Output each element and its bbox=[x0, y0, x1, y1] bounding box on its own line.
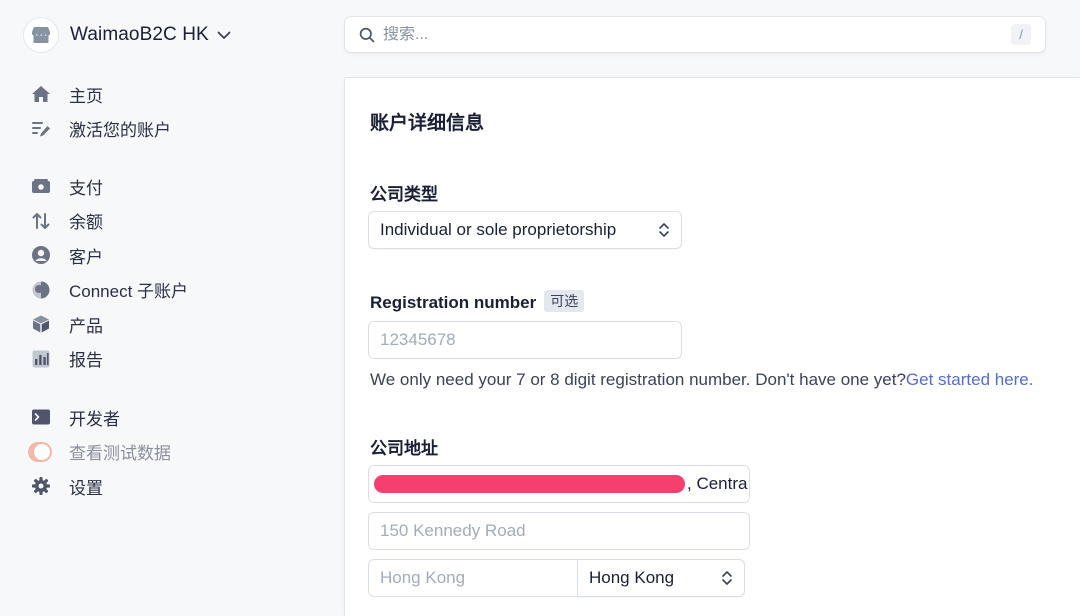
region-select[interactable]: Hong Kong bbox=[578, 560, 744, 596]
search-icon bbox=[359, 27, 375, 43]
customer-icon bbox=[30, 244, 52, 266]
sidebar-item-label: 主页 bbox=[69, 86, 103, 106]
sidebar-item-label: Connect 子账户 bbox=[69, 282, 189, 302]
sidebar-item-label: 激活您的账户 bbox=[69, 121, 171, 141]
terminal-icon bbox=[30, 406, 52, 428]
redaction-mark bbox=[374, 475, 685, 493]
checklist-edit-icon bbox=[30, 118, 52, 140]
registration-help-message: We only need your 7 or 8 digit registrat… bbox=[370, 370, 906, 389]
sidebar: WaimaoB2C HK 主页 激活您的账户 支付 余额 客户 Connect … bbox=[0, 0, 330, 616]
company-type-label: 公司类型 bbox=[370, 185, 438, 204]
reports-icon bbox=[30, 348, 52, 370]
sidebar-item-label: 设置 bbox=[69, 478, 103, 498]
sidebar-item-label: 支付 bbox=[69, 178, 103, 198]
sidebar-item-label: 报告 bbox=[69, 351, 103, 371]
updown-chevron-icon bbox=[658, 222, 670, 243]
nav-group-business: 支付 余额 客户 Connect 子账户 产品 报告 bbox=[30, 169, 188, 376]
sidebar-item-reports[interactable]: 报告 bbox=[30, 342, 188, 377]
registration-help-text: We only need your 7 or 8 digit registrat… bbox=[370, 370, 1034, 390]
toggle-switch[interactable] bbox=[28, 441, 52, 462]
sidebar-item-label: 查看测试数据 bbox=[69, 444, 171, 464]
account-name: WaimaoB2C HK bbox=[70, 24, 209, 45]
search-bar[interactable]: / bbox=[345, 17, 1045, 52]
gear-icon bbox=[30, 475, 52, 497]
get-started-link[interactable]: Get started here. bbox=[906, 370, 1034, 389]
account-details-panel: 账户详细信息 公司类型 Individual or sole proprieto… bbox=[345, 78, 1080, 616]
payments-icon bbox=[30, 175, 52, 197]
city-input[interactable] bbox=[369, 560, 579, 596]
registration-number-label-text: Registration number bbox=[370, 293, 537, 312]
sidebar-item-label: 开发者 bbox=[69, 409, 120, 429]
sidebar-item-customers[interactable]: 客户 bbox=[30, 238, 188, 273]
connect-icon bbox=[30, 279, 52, 301]
updown-chevron-icon bbox=[721, 570, 733, 591]
company-type-select[interactable]: Individual or sole proprietorship bbox=[369, 212, 681, 248]
home-icon bbox=[30, 83, 52, 105]
search-input[interactable] bbox=[383, 25, 983, 44]
sidebar-item-balances[interactable]: 余额 bbox=[30, 204, 188, 239]
product-box-icon bbox=[30, 313, 52, 335]
nav-group-developer: 开发者 查看测试数据 设置 bbox=[28, 400, 171, 504]
optional-badge: 可选 bbox=[544, 290, 585, 312]
region-value: Hong Kong bbox=[589, 568, 675, 587]
sidebar-item-test-data[interactable]: 查看测试数据 bbox=[28, 435, 171, 470]
registration-number-label: Registration number 可选 bbox=[370, 290, 585, 313]
nav-group-primary: 主页 激活您的账户 bbox=[30, 77, 171, 146]
company-address-label: 公司地址 bbox=[370, 439, 438, 458]
sidebar-item-home[interactable]: 主页 bbox=[30, 77, 171, 112]
account-switcher[interactable]: WaimaoB2C HK bbox=[24, 17, 231, 53]
sidebar-item-connect[interactable]: Connect 子账户 bbox=[30, 273, 188, 308]
test-data-toggle[interactable] bbox=[28, 441, 52, 463]
sidebar-item-settings[interactable]: 设置 bbox=[30, 469, 171, 504]
app-root: WaimaoB2C HK 主页 激活您的账户 支付 余额 客户 Connect … bbox=[0, 0, 1080, 616]
sidebar-item-activate-account[interactable]: 激活您的账户 bbox=[30, 112, 171, 147]
sidebar-item-label: 客户 bbox=[69, 247, 103, 267]
address-line1-visible-text: , Centra bbox=[687, 474, 748, 493]
sidebar-item-developers[interactable]: 开发者 bbox=[30, 400, 171, 435]
registration-number-input[interactable] bbox=[369, 322, 681, 358]
page-title: 账户详细信息 bbox=[370, 113, 485, 134]
company-type-value: Individual or sole proprietorship bbox=[380, 220, 617, 239]
address-line2-input[interactable] bbox=[369, 513, 749, 549]
balance-arrows-icon bbox=[30, 210, 52, 232]
search-shortcut-key: / bbox=[1011, 24, 1031, 45]
store-icon bbox=[24, 18, 58, 52]
sidebar-item-label: 产品 bbox=[69, 316, 103, 336]
sidebar-item-label: 余额 bbox=[69, 213, 103, 233]
chevron-down-icon bbox=[217, 31, 231, 40]
sidebar-item-payments[interactable]: 支付 bbox=[30, 169, 188, 204]
sidebar-item-products[interactable]: 产品 bbox=[30, 307, 188, 342]
